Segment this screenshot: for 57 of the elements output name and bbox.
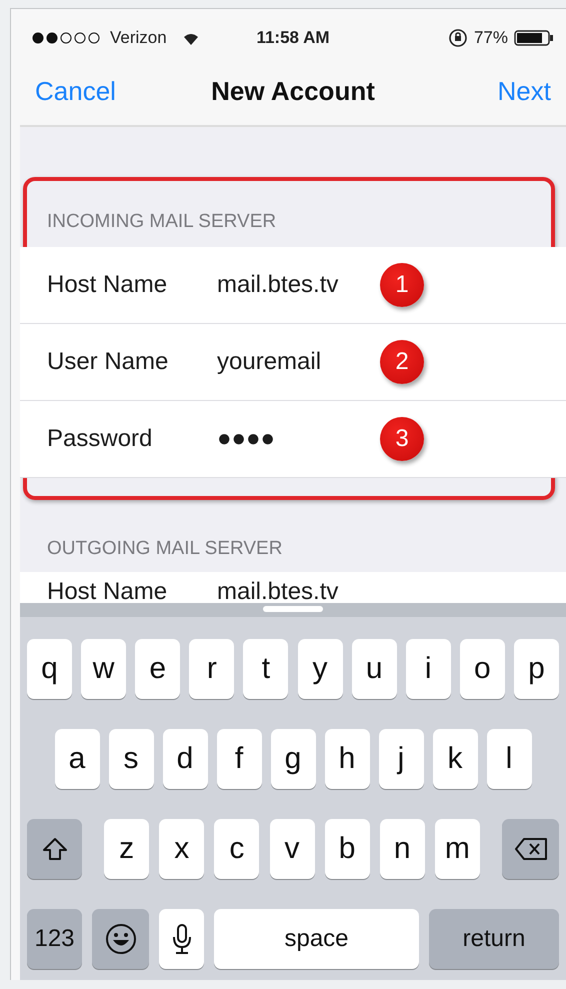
keyboard-key[interactable]: q bbox=[27, 639, 72, 699]
keyboard-key[interactable]: b bbox=[324, 819, 370, 879]
keyboard-key[interactable]: d bbox=[162, 729, 208, 789]
keyboard-key[interactable]: p bbox=[514, 639, 559, 699]
keyboard-key[interactable]: l bbox=[486, 729, 532, 789]
keyboard-key[interactable]: a bbox=[54, 729, 100, 789]
keyboard-key[interactable]: i bbox=[406, 639, 451, 699]
keyboard-key[interactable]: t bbox=[243, 639, 288, 699]
keyboard-key[interactable]: f bbox=[216, 729, 262, 789]
section-header: INCOMING MAIL SERVER bbox=[46, 210, 278, 234]
keyboard-key[interactable]: z bbox=[104, 819, 150, 879]
microphone-icon bbox=[172, 923, 192, 955]
keyboard-key[interactable]: k bbox=[432, 729, 478, 789]
keyboard-key[interactable]: n bbox=[380, 819, 425, 879]
keyboard-key[interactable]: w bbox=[81, 639, 126, 699]
keyboard-key[interactable]: s bbox=[108, 729, 154, 789]
rotation-lock-icon bbox=[448, 28, 468, 48]
keyboard-key[interactable]: v bbox=[270, 819, 314, 879]
carrier-name: Verizon bbox=[110, 28, 167, 48]
field-value[interactable]: mail.btes.tv bbox=[217, 580, 338, 604]
section-header: OUTGOING MAIL SERVER bbox=[46, 537, 284, 561]
backspace-icon bbox=[514, 838, 546, 860]
keyboard-key[interactable]: c bbox=[214, 819, 260, 879]
drag-handle[interactable] bbox=[263, 606, 323, 612]
shift-icon bbox=[42, 836, 68, 862]
return-key[interactable]: return bbox=[429, 909, 559, 969]
numbers-key[interactable]: 123 bbox=[27, 909, 82, 969]
field-label: Host Name bbox=[47, 580, 168, 604]
screen-title: New Account bbox=[211, 76, 375, 106]
step-number: 3 bbox=[380, 417, 424, 461]
field-value[interactable]: mail.btes.tv bbox=[217, 271, 338, 299]
battery-percent: 77% bbox=[474, 28, 508, 48]
dictation-key[interactable] bbox=[159, 909, 204, 969]
keyboard-key[interactable]: x bbox=[159, 819, 204, 879]
keyboard-key[interactable]: m bbox=[434, 819, 480, 879]
shift-key[interactable] bbox=[27, 819, 82, 879]
space-key[interactable]: space bbox=[214, 909, 419, 969]
battery-icon bbox=[514, 30, 554, 46]
keyboard-key[interactable]: j bbox=[378, 729, 424, 789]
field-label: Password bbox=[47, 425, 154, 453]
step-number: 1 bbox=[380, 263, 424, 307]
field-value[interactable]: ●●●● bbox=[217, 425, 275, 453]
keyboard-key[interactable]: h bbox=[324, 729, 370, 789]
field-label: User Name bbox=[47, 348, 170, 376]
delete-key[interactable] bbox=[502, 819, 559, 879]
keyboard-key[interactable]: r bbox=[189, 639, 234, 699]
field-label: Host Name bbox=[47, 271, 168, 299]
emoji-key[interactable] bbox=[92, 909, 149, 969]
keyboard-key[interactable]: g bbox=[270, 729, 316, 789]
keyboard-key[interactable]: e bbox=[135, 639, 180, 699]
keyboard-key[interactable]: o bbox=[460, 639, 505, 699]
smiley-icon bbox=[104, 923, 136, 955]
field-value[interactable]: youremail bbox=[217, 348, 322, 376]
clock-time: 11:58 AM bbox=[256, 28, 330, 48]
keyboard-key[interactable]: y bbox=[298, 639, 343, 699]
keyboard-key[interactable]: u bbox=[352, 639, 397, 699]
step-number: 2 bbox=[380, 340, 424, 384]
